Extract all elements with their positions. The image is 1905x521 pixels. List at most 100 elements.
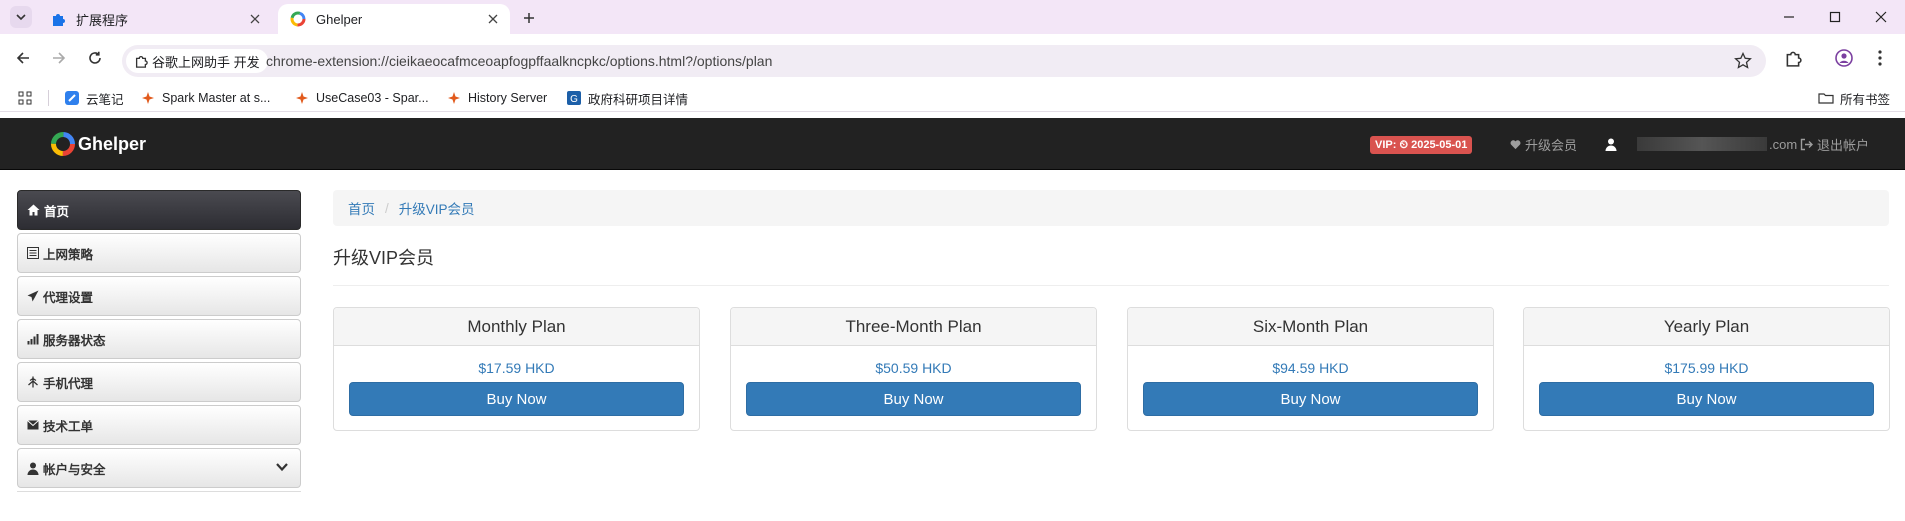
brand-link[interactable]: Ghelper [50,131,146,157]
sidebar-item-policy[interactable]: 上网策略 [17,233,301,273]
breadcrumb-home[interactable]: 首页 [348,198,375,218]
sidebar-item-proxy-settings[interactable]: 代理设置 [17,276,301,316]
forward-button[interactable] [48,47,70,69]
puzzle-icon [1786,51,1802,67]
ghelper-logo-icon [51,132,75,156]
plus-icon [524,13,534,23]
profile-icon [1835,49,1853,67]
plan-price: $17.59 HKD [478,360,555,376]
note-icon [65,91,79,105]
sidebar-item-label: 手机代理 [43,376,94,391]
sidebar-item-tickets[interactable]: 技术工单 [17,405,301,445]
account-link[interactable]: .com [1605,134,1797,154]
logout-icon [1800,138,1813,150]
extensions-button[interactable] [1783,48,1803,68]
close-icon [1875,11,1887,23]
all-bookmarks-label: 所有书签 [1840,92,1891,107]
bookmark-item[interactable]: 云笔记 [64,88,124,108]
plan-name: Monthly Plan [334,308,699,346]
minimize-button[interactable] [1778,6,1800,28]
maximize-icon [1829,11,1841,23]
spark-icon [142,92,154,104]
tab-ghelper[interactable]: Ghelper [278,4,510,34]
tab-title: Ghelper [316,11,363,27]
upgrade-link[interactable]: 升级会员 [1510,134,1577,154]
sidebar-item-account-security[interactable]: 帐户与安全 [17,448,301,488]
spark-icon [296,92,308,104]
plan-name: Yearly Plan [1524,308,1889,346]
vip-badge: VIP: ⏲ 2025-05-01 [1370,136,1473,154]
sidebar-item-home[interactable]: 首页 [17,190,301,230]
address-bar[interactable]: 谷歌上网助手 开发 chrome-extension://cieikaeocaf… [122,45,1766,77]
plan-price: $175.99 HKD [1664,360,1749,376]
heart-icon [1510,139,1521,149]
user-icon [27,462,39,475]
site-info-chip[interactable]: 谷歌上网助手 开发 [126,49,268,73]
user-icon [1605,138,1617,151]
menu-button[interactable] [1870,48,1890,68]
sidebar-item-label: 首页 [44,204,70,219]
sidebar-item-mobile-proxy[interactable]: 手机代理 [17,362,301,402]
logout-link[interactable]: 退出帐户 [1800,134,1869,154]
page-title: 升级VIP会员 [333,248,435,268]
puzzle-icon [135,56,148,68]
sidebar-item-label: 服务器状态 [43,333,106,348]
logout-label: 退出帐户 [1817,137,1870,153]
plan-card-yearly: Yearly Plan $175.99 HKD Buy Now [1523,307,1890,431]
new-tab-button[interactable] [518,7,540,29]
back-button[interactable] [12,47,34,69]
chevron-down-icon [16,14,26,21]
arrow-left-icon [16,52,29,64]
window-close-button[interactable] [1870,6,1892,28]
list-icon [27,247,39,259]
bookmark-star-icon[interactable] [1734,52,1752,70]
plan-card-monthly: Monthly Plan $17.59 HKD Buy Now [333,307,700,431]
close-icon[interactable] [246,10,264,28]
upgrade-label: 升级会员 [1525,137,1578,153]
maximize-button[interactable] [1824,6,1846,28]
buy-now-button[interactable]: Buy Now [1539,382,1874,416]
close-icon[interactable] [484,10,502,28]
divider [333,285,1889,286]
puzzle-icon [53,14,65,26]
apps-button[interactable] [18,88,32,108]
site-chip-label: 谷歌上网助手 开发 [152,54,260,70]
phone-icon [28,376,38,388]
account-suffix: .com [1769,136,1798,152]
buy-now-button[interactable]: Buy Now [1143,382,1478,416]
kebab-menu-icon [1878,50,1882,66]
profile-button[interactable] [1834,48,1854,68]
sidebar-item-label: 帐户与安全 [43,462,106,477]
all-bookmarks-button[interactable]: 所有书签 [1818,88,1890,108]
divider [48,90,49,106]
ghelper-logo-icon [290,11,306,27]
reload-button[interactable] [84,47,106,69]
bookmark-label: History Server [468,91,548,105]
tab-extensions[interactable]: 扩展程序 [38,4,272,34]
buy-now-button[interactable]: Buy Now [746,382,1081,416]
signal-icon [27,334,39,345]
send-icon [27,290,39,302]
site-navbar: Ghelper VIP: ⏲ 2025-05-01 升级会员 .com 退出帐户 [0,118,1905,170]
svg-text:G: G [570,94,578,105]
url-text[interactable]: chrome-extension://cieikaeocafmceoapfogp… [266,53,772,69]
divider [17,491,301,492]
sidebar-item-label: 代理设置 [43,290,94,305]
bookmarks-bar: 云笔记 Spark Master at s... UseCase03 - Spa… [0,82,1905,112]
tab-title: 扩展程序 [76,12,129,28]
breadcrumb: 首页 / 升级VIP会员 [333,190,1889,226]
bookmark-item[interactable]: G 政府科研项目详情 [566,88,688,108]
bookmark-item[interactable]: History Server [446,88,547,108]
gov-icon: G [567,91,581,105]
bookmark-label: 政府科研项目详情 [588,92,689,107]
minimize-icon [1784,16,1794,18]
sidebar-item-server-status[interactable]: 服务器状态 [17,319,301,359]
tab-search-button[interactable] [10,6,32,28]
bookmark-item[interactable]: UseCase03 - Spar... [294,88,429,108]
buy-now-button[interactable]: Buy Now [349,382,684,416]
breadcrumb-current[interactable]: 升级VIP会员 [399,198,475,218]
plan-card-three-month: Three-Month Plan $50.59 HKD Buy Now [730,307,1097,431]
plan-price: $94.59 HKD [1272,360,1349,376]
reload-icon [89,51,101,64]
bookmark-item[interactable]: Spark Master at s... [140,88,270,108]
